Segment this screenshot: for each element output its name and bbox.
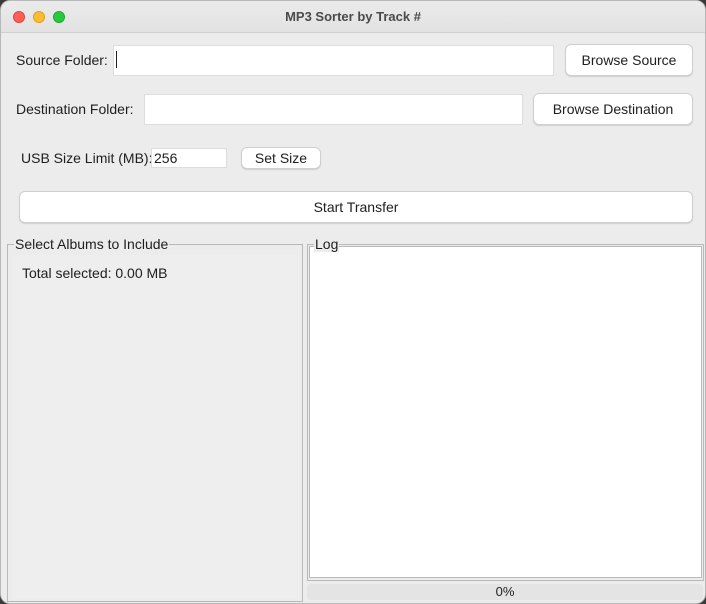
text-caret [116, 51, 117, 68]
title-bar[interactable]: MP3 Sorter by Track # [1, 1, 705, 33]
window-title: MP3 Sorter by Track # [285, 9, 421, 24]
start-transfer-button[interactable]: Start Transfer [19, 191, 693, 223]
set-size-button[interactable]: Set Size [241, 147, 321, 169]
destination-folder-input[interactable] [144, 94, 523, 125]
albums-list[interactable] [12, 255, 300, 599]
log-panel-title: Log [314, 236, 340, 252]
browse-destination-button[interactable]: Browse Destination [533, 93, 693, 125]
progress-text: 0% [495, 584, 515, 599]
app-window: MP3 Sorter by Track # Source Folder: Bro… [0, 0, 706, 604]
source-folder-label: Source Folder: [16, 52, 108, 68]
usb-size-limit-input[interactable] [151, 148, 227, 168]
browse-source-button[interactable]: Browse Source [565, 44, 693, 76]
log-text-area[interactable] [309, 246, 702, 578]
destination-folder-label: Destination Folder: [16, 101, 134, 117]
usb-size-limit-label: USB Size Limit (MB): [21, 150, 153, 166]
source-folder-input[interactable] [113, 45, 554, 76]
transfer-progress-bar: 0% [307, 584, 703, 600]
albums-panel-title: Select Albums to Include [14, 236, 170, 252]
total-selected-label: Total selected: 0.00 MB [22, 265, 168, 281]
